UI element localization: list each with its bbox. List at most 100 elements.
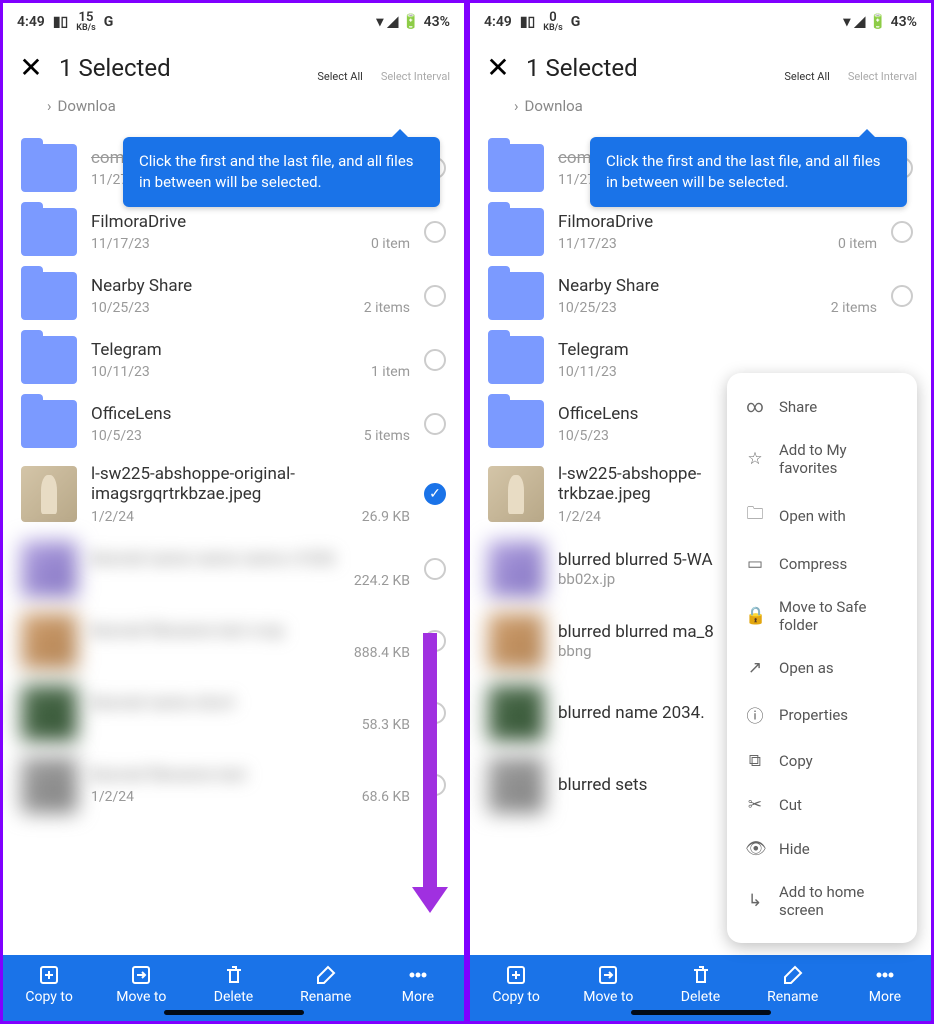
- share-icon: ∞: [745, 397, 765, 417]
- status-time: 4:49: [17, 14, 45, 30]
- close-button[interactable]: ✕: [17, 51, 45, 84]
- breadcrumb-folder: Downloa: [525, 97, 583, 115]
- select-radio[interactable]: ✓: [424, 483, 446, 505]
- file-row[interactable]: FilmoraDrive 11/17/230 item: [3, 200, 464, 264]
- more-button[interactable]: More: [839, 955, 931, 1021]
- phone-right: 4:49 ▮▯ 0KB/s G ▾ ◢ 🔋 43% ✕ 1 Selected S…: [467, 0, 934, 1024]
- select-radio[interactable]: [424, 285, 446, 307]
- battery-icon: 🔋: [869, 14, 886, 30]
- selection-title: 1 Selected: [59, 54, 303, 82]
- popup-safe-folder[interactable]: 🔒Move to Safe folder: [727, 586, 917, 646]
- select-interval-button[interactable]: Select Interval: [848, 53, 917, 83]
- file-row[interactable]: blurred filename text 1/2/2468.6 KB: [3, 749, 464, 821]
- status-time: 4:49: [484, 14, 512, 30]
- battery-icon: 🔋: [402, 14, 419, 30]
- select-all-button[interactable]: Select All: [317, 53, 362, 83]
- popup-open-with[interactable]: 🗀Open with: [727, 489, 917, 542]
- file-row[interactable]: OfficeLens 10/5/235 items: [3, 392, 464, 456]
- annotation-arrow: [423, 633, 437, 891]
- more-button[interactable]: More: [372, 955, 464, 1021]
- folder-icon: [488, 208, 544, 256]
- popup-properties[interactable]: ⓘProperties: [727, 690, 917, 739]
- selection-title: 1 Selected: [526, 54, 770, 82]
- battery-pct: 43%: [424, 14, 450, 30]
- close-button[interactable]: ✕: [484, 51, 512, 84]
- breadcrumb[interactable]: › Downloa: [470, 90, 931, 122]
- popup-favorites[interactable]: ☆Add to My favorites: [727, 429, 917, 489]
- select-all-button[interactable]: Select All: [784, 53, 829, 83]
- more-popup: ∞Share ☆Add to My favorites 🗀Open with ▭…: [727, 373, 917, 943]
- popup-cut[interactable]: ✂Cut: [727, 783, 917, 827]
- cut-icon: ✂: [745, 795, 765, 815]
- image-thumbnail: [488, 541, 544, 597]
- home-shortcut-icon: ↳: [745, 891, 765, 911]
- info-icon: ⓘ: [745, 702, 765, 727]
- signal-icon: ◢: [854, 14, 865, 30]
- external-icon: ↗: [745, 658, 765, 678]
- signal-icon: ◢: [387, 14, 398, 30]
- home-indicator: [164, 1010, 304, 1015]
- battery-pct: 43%: [891, 14, 917, 30]
- wifi-icon: ▾: [843, 14, 850, 30]
- image-thumbnail: [488, 685, 544, 741]
- home-icon: [21, 96, 41, 116]
- image-thumbnail: [488, 466, 544, 522]
- file-row[interactable]: blurred filename text crop 888.4 KB: [3, 605, 464, 677]
- image-thumbnail: [21, 613, 77, 669]
- select-radio[interactable]: [424, 558, 446, 580]
- hide-icon: 👁: [745, 839, 765, 859]
- copy-to-button[interactable]: Copy to: [470, 955, 562, 1021]
- image-thumbnail: [21, 757, 77, 813]
- copy-to-button[interactable]: Copy to: [3, 955, 95, 1021]
- select-interval-button[interactable]: Select Interval: [381, 53, 450, 83]
- select-radio[interactable]: [424, 221, 446, 243]
- file-row[interactable]: Nearby Share 10/25/232 items: [470, 264, 931, 328]
- popup-share[interactable]: ∞Share: [727, 385, 917, 429]
- star-icon: ☆: [745, 449, 765, 469]
- folder-icon: [488, 336, 544, 384]
- folder-icon: [488, 144, 544, 192]
- file-row[interactable]: Telegram 10/11/231 item: [3, 328, 464, 392]
- image-thumbnail: [21, 466, 77, 522]
- tooltip: Click the first and the last file, and a…: [590, 137, 907, 207]
- file-row[interactable]: blurred name short 58.3 KB: [3, 677, 464, 749]
- file-row[interactable]: blurred name name name x1026 224.2 KB: [3, 533, 464, 605]
- image-thumbnail: [488, 757, 544, 813]
- status-bar: 4:49 ▮▯ 0KB/s G ▾ ◢ 🔋 43%: [470, 3, 931, 41]
- selection-header: ✕ 1 Selected Select All Select Interval: [3, 41, 464, 90]
- select-radio[interactable]: [424, 413, 446, 435]
- image-thumbnail: [21, 685, 77, 741]
- folder-icon: [488, 272, 544, 320]
- folder-icon: [21, 272, 77, 320]
- status-bar: 4:49 ▮▯ 15KB/s G ▾ ◢ 🔋 43%: [3, 3, 464, 41]
- file-row[interactable]: l-sw225-abshoppe-original-imagsrgqrtrkbz…: [3, 456, 464, 533]
- google-icon: G: [104, 14, 114, 30]
- popup-copy[interactable]: ⧉Copy: [727, 739, 917, 783]
- phone-left: 4:49 ▮▯ 15KB/s G ▾ ◢ 🔋 43% ✕ 1 Selected …: [0, 0, 467, 1024]
- lock-icon: 🔒: [745, 606, 765, 626]
- select-radio[interactable]: [424, 349, 446, 371]
- image-thumbnail: [21, 541, 77, 597]
- file-list: composeCache 11/27/230 item FilmoraDrive…: [3, 122, 464, 891]
- home-icon: [488, 96, 508, 116]
- popup-compress[interactable]: ▭Compress: [727, 542, 917, 586]
- popup-open-as[interactable]: ↗Open as: [727, 646, 917, 690]
- tooltip: Click the first and the last file, and a…: [123, 137, 440, 207]
- breadcrumb-folder: Downloa: [58, 97, 116, 115]
- folder-icon: [21, 400, 77, 448]
- status-id-icon: ▮▯: [520, 14, 535, 30]
- folder-icon: [21, 208, 77, 256]
- breadcrumb[interactable]: › Downloa: [3, 90, 464, 122]
- select-radio[interactable]: [891, 285, 913, 307]
- popup-add-home[interactable]: ↳Add to home screen: [727, 871, 917, 931]
- file-row[interactable]: FilmoraDrive 11/17/230 item: [470, 200, 931, 264]
- file-row[interactable]: Nearby Share 10/25/232 items: [3, 264, 464, 328]
- selection-header: ✕ 1 Selected Select All Select Interval: [470, 41, 931, 90]
- folder-icon: [488, 400, 544, 448]
- home-indicator: [631, 1010, 771, 1015]
- wifi-icon: ▾: [376, 14, 383, 30]
- google-icon: G: [571, 14, 581, 30]
- folder-icon: [21, 336, 77, 384]
- popup-hide[interactable]: 👁Hide: [727, 827, 917, 871]
- select-radio[interactable]: [891, 221, 913, 243]
